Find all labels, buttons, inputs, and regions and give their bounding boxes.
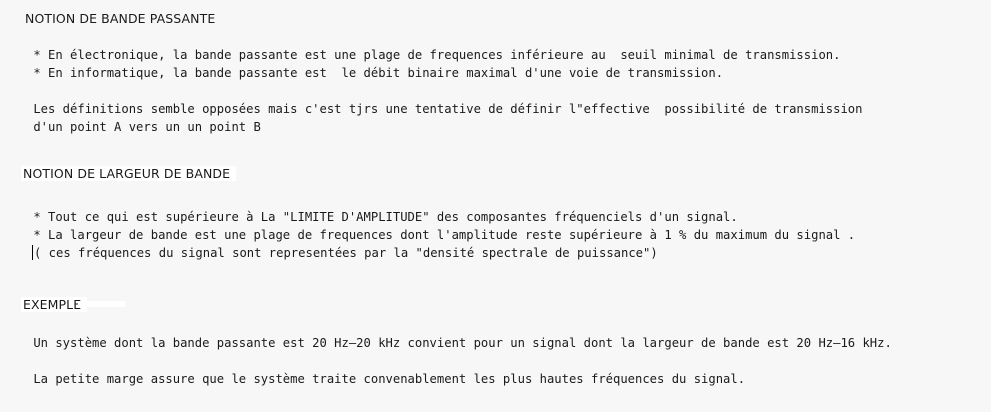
bullet-largeur-bande: * La largeur de bande est une plage de f…	[26, 228, 856, 242]
section-title-largeur-bande: NOTION DE LARGEUR DE BANDE	[21, 165, 237, 183]
paragraph-definitions-line1: Les définitions semble opposées mais c'e…	[26, 102, 863, 116]
bullet-limite-amplitude: * Tout ce qui est supérieure à La "LIMIT…	[26, 210, 738, 224]
section-title-largeur-bande-text: NOTION DE LARGEUR DE BANDE	[21, 166, 237, 181]
highlight-mark	[78, 301, 126, 307]
bullet-informatique: * En informatique, la bande passante est…	[26, 66, 724, 80]
note-densite-spectrale-text: ( ces fréquences du signal sont represen…	[34, 246, 658, 260]
text-editor[interactable]: NOTION DE BANDE PASSANTE * En électroniq…	[0, 0, 991, 412]
bullet-electronique: * En électronique, la bande passante est…	[26, 48, 841, 62]
paragraph-exemple-marge: La petite marge assure que le système tr…	[26, 372, 746, 386]
note-densite-spectrale: ( ces fréquences du signal sont represen…	[32, 244, 658, 262]
paragraph-exemple-systeme: Un système dont la bande passante est 20…	[26, 336, 892, 350]
section-title-bande-passante: NOTION DE BANDE PASSANTE	[25, 11, 216, 26]
paragraph-definitions-line2: d'un point A vers un un point B	[26, 120, 261, 134]
text-cursor	[32, 245, 33, 260]
